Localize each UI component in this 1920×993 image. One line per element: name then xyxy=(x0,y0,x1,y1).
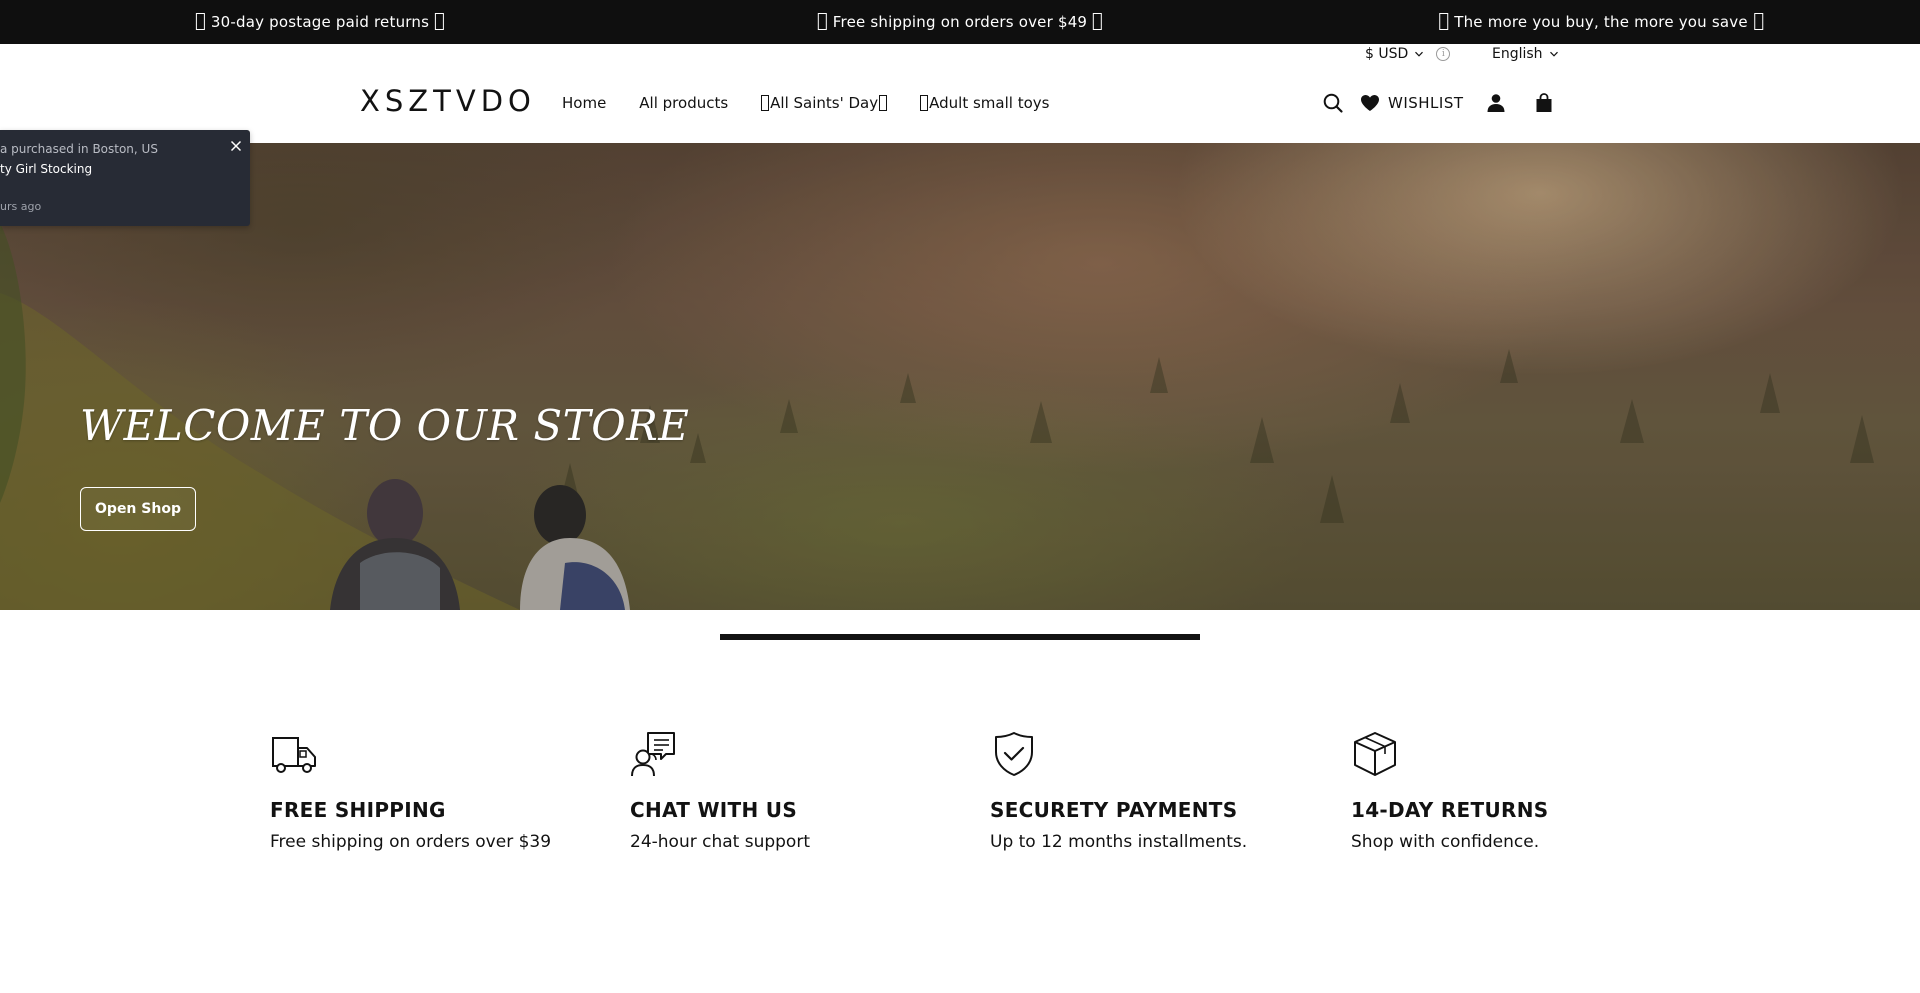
currency-label: $ USD xyxy=(1365,46,1409,62)
recent-purchase-popup[interactable]: a purchased in Boston, US ty Girl Stocki… xyxy=(0,130,250,226)
feature-free-shipping: FREE SHIPPING Free shipping on orders ov… xyxy=(270,730,600,852)
truck-icon xyxy=(272,737,316,773)
main-nav: Home All products All Saints' Day Adult … xyxy=(562,94,1049,112)
site-header: XSZTVDO Home All products All Saints' Da… xyxy=(0,66,1920,143)
emoji-placeholder-icon xyxy=(1753,13,1763,30)
info-icon[interactable]: i xyxy=(1436,47,1451,61)
feature-title: FREE SHIPPING xyxy=(270,798,446,822)
feature-text: Up to 12 months installments. xyxy=(990,832,1248,852)
search-icon xyxy=(1323,93,1343,113)
feature-chat-with-us: CHAT WITH US 24-hour chat support xyxy=(630,730,960,852)
emoji-placeholder-icon xyxy=(817,13,827,30)
language-selector[interactable]: English xyxy=(1492,46,1559,62)
slideshow-progress-bar[interactable] xyxy=(720,634,1200,640)
announcement-item: 30-day postage paid returns xyxy=(190,0,450,44)
popup-location-text: a purchased in Boston, US xyxy=(0,142,158,156)
hero-banner: WELCOME TO OUR STORE Open Shop xyxy=(0,143,1920,610)
nav-link-home[interactable]: Home xyxy=(562,94,606,112)
popup-product-name[interactable]: ty Girl Stocking xyxy=(0,162,92,176)
nav-link-all-saints-day[interactable]: All Saints' Day xyxy=(761,94,888,112)
chat-support-icon xyxy=(631,732,675,777)
cart-button[interactable] xyxy=(1535,93,1553,113)
store-logo[interactable]: XSZTVDO xyxy=(360,84,536,118)
popup-time-text: urs ago xyxy=(0,200,42,213)
wishlist-link[interactable]: WISHLIST xyxy=(1360,94,1464,112)
language-label: English xyxy=(1492,46,1543,62)
hero-overlay xyxy=(0,143,1920,610)
emoji-placeholder-icon xyxy=(1093,13,1103,30)
hero-title: WELCOME TO OUR STORE xyxy=(80,401,690,450)
feature-secure-payments: SECURETY PAYMENTS Up to 12 months instal… xyxy=(990,730,1320,852)
account-icon xyxy=(1487,94,1505,112)
emoji-placeholder-icon xyxy=(195,13,205,30)
cart-icon xyxy=(1536,93,1552,112)
feature-text: Shop with confidence. xyxy=(1351,832,1540,852)
close-icon[interactable] xyxy=(228,138,244,154)
feature-text: Free shipping on orders over $39 xyxy=(270,832,552,852)
announcement-item: The more you buy, the more you save xyxy=(1433,0,1769,44)
utility-bar: $ USD i English xyxy=(0,44,1920,66)
feature-title: 14-DAY RETURNS xyxy=(1351,798,1549,822)
wishlist-label: WISHLIST xyxy=(1388,94,1464,112)
announcement-bar: 30-day postage paid returns Free shippin… xyxy=(0,0,1920,44)
feature-title: SECURETY PAYMENTS xyxy=(990,798,1238,822)
emoji-placeholder-icon xyxy=(435,13,445,30)
box-icon xyxy=(1354,732,1396,776)
search-button[interactable] xyxy=(1322,92,1344,114)
chevron-down-icon xyxy=(1415,51,1424,57)
chevron-down-icon xyxy=(1549,51,1558,57)
shield-check-icon xyxy=(995,732,1033,776)
announcement-item: Free shipping on orders over $49 xyxy=(812,0,1108,44)
emoji-placeholder-icon xyxy=(1439,13,1449,30)
emoji-placeholder-icon xyxy=(920,95,929,111)
feature-text: 24-hour chat support xyxy=(630,832,810,852)
nav-link-all-products[interactable]: All products xyxy=(639,94,728,112)
currency-selector[interactable]: $ USD i xyxy=(1365,46,1451,62)
open-shop-button[interactable]: Open Shop xyxy=(80,487,196,531)
emoji-placeholder-icon xyxy=(761,95,770,111)
heart-icon xyxy=(1361,95,1379,111)
feature-title: CHAT WITH US xyxy=(630,798,798,822)
header-actions: WISHLIST xyxy=(1322,92,1553,114)
feature-returns: 14-DAY RETURNS Shop with confidence. xyxy=(1351,730,1681,852)
account-button[interactable] xyxy=(1486,93,1506,113)
nav-link-adult-small-toys[interactable]: Adult small toys xyxy=(920,94,1049,112)
emoji-placeholder-icon xyxy=(879,95,888,111)
